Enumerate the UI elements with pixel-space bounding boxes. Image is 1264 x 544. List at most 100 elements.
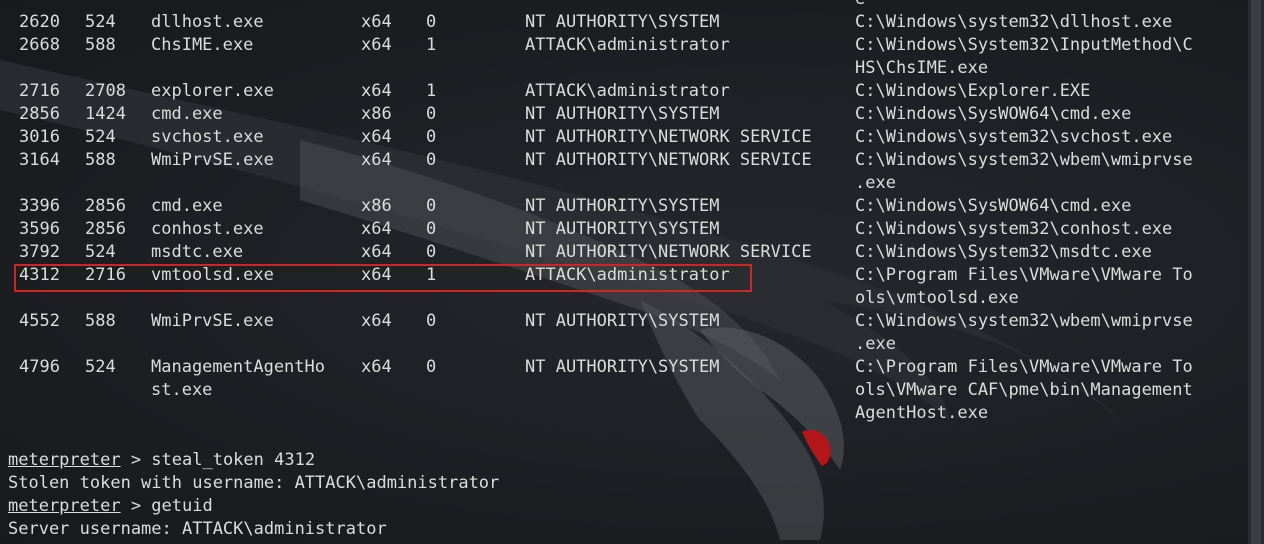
pid-cell: 4796 (19, 357, 60, 377)
meterpreter-prompt: meterpreter (8, 450, 121, 470)
pid-cell: 3792 (19, 242, 60, 262)
pid-cell: 2620 (19, 12, 60, 32)
arch-cell: x64 (361, 311, 392, 331)
path-cell: C:\Windows\SysWOW64\cmd.exe (855, 196, 1132, 216)
ppid-cell: 588 (85, 35, 116, 55)
user-cell: ATTACK\administrator (525, 81, 730, 101)
ppid-cell: 588 (85, 311, 116, 331)
path-cell: C:\Windows\SysWOW64\cmd.exe (855, 104, 1132, 124)
highlight-box (14, 264, 752, 292)
session-cell: 0 (426, 196, 437, 216)
session-cell: 0 (426, 311, 437, 331)
session-cell: 0 (426, 12, 437, 32)
pid-cell: 2856 (19, 104, 60, 124)
arch-cell: x64 (361, 35, 392, 55)
path-cell: C:\Windows\Explorer.EXE (855, 81, 1091, 101)
pid-cell: 2668 (19, 35, 60, 55)
arch-cell: x86 (361, 196, 392, 216)
session-cell: 0 (426, 104, 437, 124)
terminal-window[interactable]: e 2620 524 x64 0 NT AUTHORITY\SYSTEM dllhost.e… (0, 0, 1264, 544)
process-name-cell: conhost.exe (151, 219, 264, 239)
pid-cell: 3016 (19, 127, 60, 147)
ppid-cell: 2856 (85, 219, 126, 239)
process-name-cell: ChsIME.exe (151, 35, 254, 55)
pid-cell: 4552 (19, 311, 60, 331)
arch-cell: x64 (361, 127, 392, 147)
user-cell: ATTACK\administrator (525, 35, 730, 55)
path-cell: ols\vmtoolsd.exe (855, 288, 1019, 308)
user-cell: NT AUTHORITY\SYSTEM (525, 196, 720, 216)
user-cell: NT AUTHORITY\NETWORK SERVICE (525, 127, 812, 147)
ppid-cell: 588 (85, 150, 116, 170)
session-cell: 0 (426, 127, 437, 147)
path-cell: C:\Program Files\VMware\VMware To (855, 357, 1193, 377)
ppid-cell: 1424 (85, 104, 126, 124)
path-cell: C:\Windows\system32\wbem\wmiprvse (855, 311, 1193, 331)
ppid-cell: 2856 (85, 196, 126, 216)
dragon-eye (802, 429, 831, 466)
arch-cell: x64 (361, 150, 392, 170)
ppid-cell: 524 (85, 127, 116, 147)
pid-cell: 2716 (19, 81, 60, 101)
pid-cell: 3396 (19, 196, 60, 216)
command-text: > steal_token 4312 (120, 450, 316, 470)
process-name-cell: explorer.exe (151, 81, 274, 101)
session-cell: 0 (426, 219, 437, 239)
arch-cell: x64 (361, 219, 392, 239)
user-cell: NT AUTHORITY\SYSTEM (525, 357, 720, 377)
output-line: Server username: ATTACK\administrator (8, 518, 387, 541)
pid-cell: 3164 (19, 150, 60, 170)
path-cell: C:\Windows\system32\conhost.exe (855, 219, 1173, 239)
session-cell: 0 (426, 242, 437, 262)
output-line: Stolen token with username: ATTACK\admin… (8, 472, 499, 495)
session-cell: 0 (426, 150, 437, 170)
arch-cell: x64 (361, 12, 392, 32)
process-name-cell: cmd.exe (151, 104, 223, 124)
user-cell: NT AUTHORITY\SYSTEM (525, 104, 720, 124)
path-cell: C:\Windows\System32\msdtc.exe (855, 242, 1152, 262)
meterpreter-prompt: meterpreter (8, 496, 121, 516)
process-name-cell: msdtc.exe (151, 242, 244, 262)
path-cell: C:\Windows\system32\svchost.exe (855, 127, 1173, 147)
session-cell: 0 (426, 357, 437, 377)
scrollbar-thumb[interactable] (1251, 0, 1261, 544)
vertical-scrollbar[interactable] (1248, 0, 1264, 544)
path-cell: ols\VMware CAF\pme\bin\Management (855, 380, 1193, 400)
process-name-cell: dllhost.exe (151, 12, 264, 32)
arch-cell: x86 (361, 104, 392, 124)
command-text: > getuid (120, 496, 213, 516)
path-cell: .exe (855, 334, 896, 354)
process-name-cell: st.exe (151, 380, 213, 400)
path-cell: e (855, 0, 865, 11)
session-cell: 1 (426, 35, 437, 55)
path-cell: .exe (855, 173, 896, 193)
path-cell: C:\Windows\System32\InputMethod\C (855, 35, 1193, 55)
ppid-cell: 2708 (85, 81, 126, 101)
user-cell: NT AUTHORITY\SYSTEM (525, 311, 720, 331)
command-line: meterpreter > getuid (8, 495, 213, 518)
process-name-cell: cmd.exe (151, 196, 223, 216)
path-cell: HS\ChsIME.exe (855, 58, 989, 78)
process-name-cell: ManagementAgentHo (151, 357, 325, 377)
command-line: meterpreter > steal_token 4312 (8, 449, 315, 472)
user-cell: NT AUTHORITY\SYSTEM (525, 12, 720, 32)
arch-cell: x64 (361, 81, 392, 101)
path-cell: C:\Program Files\VMware\VMware To (855, 265, 1193, 285)
ppid-cell: 524 (85, 12, 116, 32)
ppid-cell: 524 (85, 357, 116, 377)
arch-cell: x64 (361, 357, 392, 377)
path-cell: C:\Windows\system32\dllhost.exe (855, 12, 1173, 32)
process-name-cell: WmiPrvSE.exe (151, 150, 274, 170)
process-name-cell: svchost.exe (151, 127, 264, 147)
pid-cell: 3596 (19, 219, 60, 239)
arch-cell: x64 (361, 242, 392, 262)
user-cell: NT AUTHORITY\NETWORK SERVICE (525, 242, 812, 262)
session-cell: 1 (426, 81, 437, 101)
user-cell: NT AUTHORITY\NETWORK SERVICE (525, 150, 812, 170)
process-name-cell: WmiPrvSE.exe (151, 311, 274, 331)
path-cell: AgentHost.exe (855, 403, 989, 423)
output-text: Server username: ATTACK\administrator (8, 519, 387, 539)
path-cell: C:\Windows\system32\wbem\wmiprvse (855, 150, 1193, 170)
user-cell: NT AUTHORITY\SYSTEM (525, 219, 720, 239)
ppid-cell: 524 (85, 242, 116, 262)
